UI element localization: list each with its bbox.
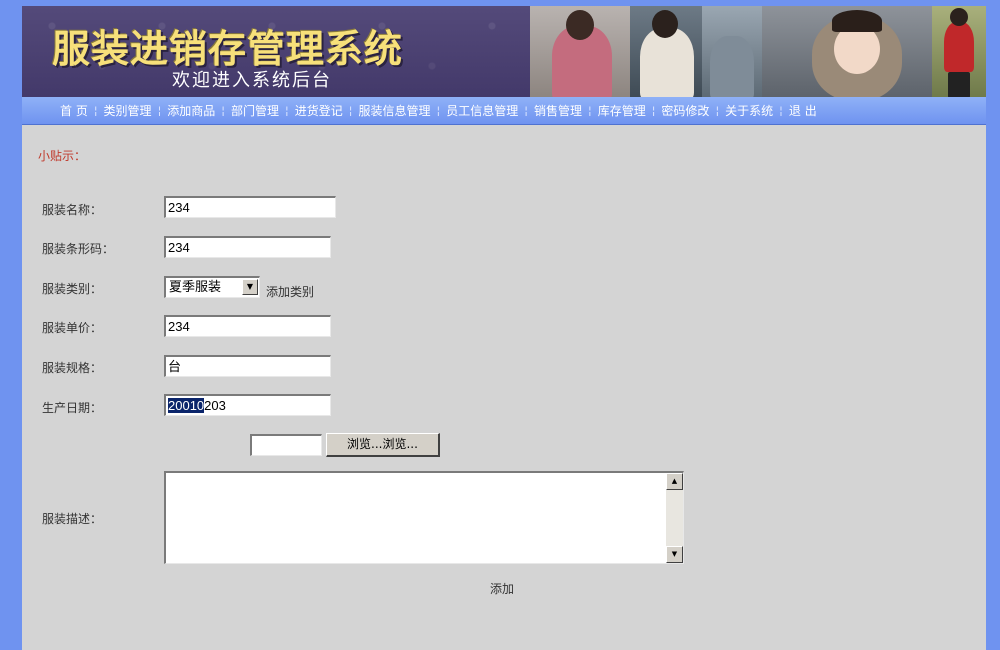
nav-divider: ¦: [715, 104, 720, 117]
clothing-name-input[interactable]: 234: [164, 196, 336, 218]
nav-sales-management[interactable]: 销售管理: [534, 102, 582, 119]
nav-divider: ¦: [524, 104, 528, 117]
date-selected-text: 20010: [168, 398, 205, 413]
specification-input[interactable]: 台: [164, 355, 331, 377]
nav-divider: ¦: [93, 104, 98, 117]
tip-label: 小贴示：: [38, 149, 87, 163]
nav-category-management[interactable]: 类别管理: [104, 102, 152, 119]
nav-logout[interactable]: 退 出: [789, 102, 817, 119]
nav-divider: ¦: [651, 104, 656, 117]
nav-divider: ¦: [348, 104, 353, 117]
description-label: 服装描述：: [42, 512, 103, 526]
nav-home[interactable]: 首 页: [60, 102, 88, 119]
date-remaining-text: 203: [204, 398, 226, 413]
nav-add-product[interactable]: 添加商品: [167, 102, 215, 119]
fashion-photo: [702, 6, 762, 97]
barcode-input[interactable]: 234: [164, 236, 331, 258]
unit-price-input[interactable]: 234: [164, 315, 331, 337]
nav-divider: ¦: [779, 104, 783, 117]
nav-inventory-management[interactable]: 库存管理: [598, 102, 646, 119]
nav-department-management[interactable]: 部门管理: [231, 102, 279, 119]
production-date-input[interactable]: 20010203: [164, 394, 331, 416]
banner-logo-area: 服装进销存管理系统 欢迎进入系统后台: [22, 6, 530, 97]
nav-divider: ¦: [221, 104, 226, 117]
nav-about-system[interactable]: 关于系统: [725, 102, 773, 119]
specification-label: 服装规格：: [42, 361, 103, 375]
barcode-label: 服装条形码：: [42, 242, 115, 256]
nav-clothing-info[interactable]: 服装信息管理: [358, 102, 430, 119]
nav-divider: ¦: [587, 104, 592, 117]
scroll-down-icon[interactable]: ▼: [666, 546, 683, 563]
production-date-label: 生产日期：: [42, 401, 103, 415]
chevron-down-icon[interactable]: ▼: [242, 279, 258, 295]
fashion-photo: [530, 6, 630, 97]
nav-employee-info[interactable]: 员工信息管理: [446, 102, 518, 119]
app-frame: 服装进销存管理系统 欢迎进入系统后台 首 页 ¦ 类别管理 ¦ 添加商品 ¦ 部…: [22, 6, 986, 650]
nav-purchase-register[interactable]: 进货登记: [295, 102, 343, 119]
banner-photo-strip: [530, 6, 986, 97]
browse-button[interactable]: 浏览...浏览...: [326, 433, 440, 457]
system-title: 服装进销存管理系统: [52, 26, 404, 71]
nav-divider: ¦: [157, 104, 162, 117]
scroll-up-icon[interactable]: ▲: [666, 473, 683, 490]
fashion-photo: [932, 6, 986, 97]
clothing-name-label: 服装名称：: [42, 203, 103, 217]
nav-divider: ¦: [285, 104, 289, 117]
welcome-subtitle: 欢迎进入系统后台: [172, 70, 332, 91]
category-select[interactable]: 夏季服装 ▼: [164, 276, 260, 298]
nav-change-password[interactable]: 密码修改: [661, 102, 709, 119]
category-label: 服装类别：: [42, 282, 103, 296]
fashion-photo: [630, 6, 702, 97]
description-textarea[interactable]: ▲ ▼: [164, 471, 684, 564]
textarea-scrollbar[interactable]: ▲ ▼: [666, 473, 683, 563]
add-category-link[interactable]: 添加类别: [266, 283, 314, 300]
fashion-photo: [762, 6, 932, 97]
image-file-input[interactable]: [250, 434, 322, 456]
category-selected-value: 夏季服装: [169, 280, 222, 295]
header-banner: 服装进销存管理系统 欢迎进入系统后台: [22, 6, 986, 97]
add-submit-button[interactable]: 添加: [490, 580, 514, 597]
main-nav-bar: 首 页 ¦ 类别管理 ¦ 添加商品 ¦ 部门管理 ¦ 进货登记 ¦ 服装信息管理 ¦ 员工信…: [22, 97, 986, 125]
unit-price-label: 服装单价：: [42, 321, 103, 335]
nav-divider: ¦: [436, 104, 441, 117]
